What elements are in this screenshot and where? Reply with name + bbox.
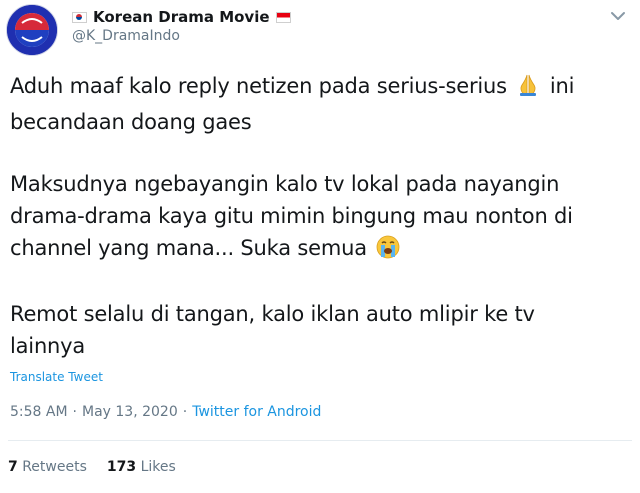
divider [8, 440, 632, 441]
user-handle[interactable]: @K_DramaIndo [72, 28, 180, 44]
tweet-card: Korean Drama Movie @K_DramaIndo Aduh maa… [0, 0, 640, 493]
flag-indonesia-icon [275, 11, 291, 23]
tweet-date[interactable]: May 13, 2020 [82, 404, 178, 420]
tweet-meta: 5:58 AM · May 13, 2020 · Twitter for And… [10, 404, 321, 420]
translate-tweet-link[interactable]: Translate Tweet [10, 370, 103, 384]
chevron-down-icon [611, 12, 625, 20]
tweet-text-line: Aduh maaf kalo reply netizen pada serius… [10, 74, 507, 98]
tweet-text-paragraph-3: Remot selalu di tangan, kalo iklan auto … [10, 302, 535, 358]
tweet-source-link[interactable]: Twitter for Android [192, 404, 321, 420]
likes-count: 173 [106, 459, 137, 475]
tweet-text-line: Maksudnya ngebayangin kalo tv lokal pada… [10, 172, 573, 260]
avatar-logo-icon [7, 5, 57, 55]
loudly-crying-face-icon [376, 235, 400, 268]
tweet-stats: 7 Retweets 173 Likes [8, 459, 176, 475]
display-name[interactable]: Korean Drama Movie [93, 8, 270, 26]
likes-label: Likes [140, 459, 176, 475]
flag-south-korea-icon [72, 11, 87, 23]
tweet-text-paragraph-2: Maksudnya ngebayangin kalo tv lokal pada… [10, 168, 610, 268]
name-row: Korean Drama Movie [72, 6, 291, 28]
likes-stat[interactable]: 173 Likes [107, 459, 176, 475]
tweet-time[interactable]: 5:58 AM [10, 404, 68, 420]
meta-separator: · [182, 404, 188, 420]
meta-separator: · [72, 404, 77, 420]
retweets-stat[interactable]: 7 Retweets [8, 459, 87, 475]
avatar[interactable] [6, 4, 58, 56]
retweets-count: 7 [8, 459, 18, 475]
tweet-text-paragraph-1: Aduh maaf kalo reply netizen pada serius… [10, 70, 610, 138]
more-options-button[interactable] [606, 6, 630, 26]
folded-hands-icon [516, 73, 540, 106]
retweets-label: Retweets [22, 459, 87, 475]
